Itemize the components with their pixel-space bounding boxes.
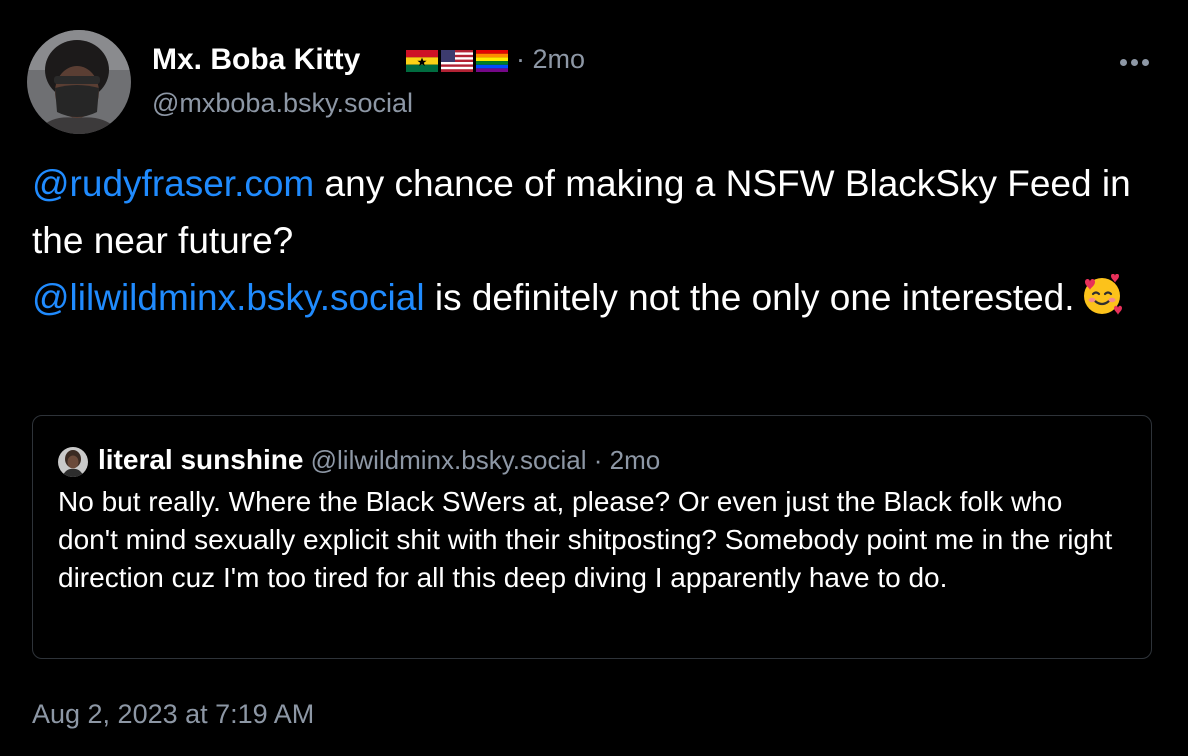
- more-options-button[interactable]: [1112, 44, 1156, 80]
- quoted-author-name[interactable]: literal sunshine: [98, 444, 303, 475]
- post-timestamp[interactable]: Aug 2, 2023 at 7:19 AM: [32, 699, 314, 730]
- author-avatar[interactable]: [27, 30, 131, 134]
- quoted-post-card[interactable]: literal sunshine @lilwildminx.bsky.socia…: [32, 415, 1152, 659]
- author-handle[interactable]: @mxboba.bsky.social: [152, 88, 413, 119]
- mention-link-lilwildminx[interactable]: @lilwildminx.bsky.social: [32, 277, 425, 318]
- avatar-photo: [27, 30, 131, 134]
- quoted-post-time: · 2mo: [586, 445, 661, 475]
- usa-flag-icon: [441, 50, 473, 72]
- quoted-post-header: literal sunshine @lilwildminx.bsky.socia…: [98, 444, 660, 476]
- quoted-author-avatar[interactable]: [58, 447, 88, 477]
- post-body: @rudyfraser.com any chance of making a N…: [32, 155, 1142, 332]
- post-text-segment: is definitely not the only one intereste…: [424, 277, 1075, 318]
- ghana-flag-icon: [406, 50, 438, 72]
- post-thread-item: Mx. Boba Kitty · 2mo @mxboba.bsky.social…: [0, 0, 1188, 756]
- more-horizontal-icon: [1119, 58, 1149, 66]
- post-relative-time[interactable]: · 2mo: [516, 44, 585, 75]
- mention-link-rudyfraser[interactable]: @rudyfraser.com: [32, 163, 314, 204]
- author-display-name[interactable]: Mx. Boba Kitty: [152, 43, 360, 77]
- quoted-post-text: No but really. Where the Black SWers at,…: [58, 486, 1113, 593]
- quoted-author-handle[interactable]: @lilwildminx.bsky.social: [303, 445, 587, 475]
- author-flags: [406, 50, 508, 72]
- smiling-face-with-hearts-icon: [1081, 273, 1123, 332]
- rainbow-flag-icon: [476, 50, 508, 72]
